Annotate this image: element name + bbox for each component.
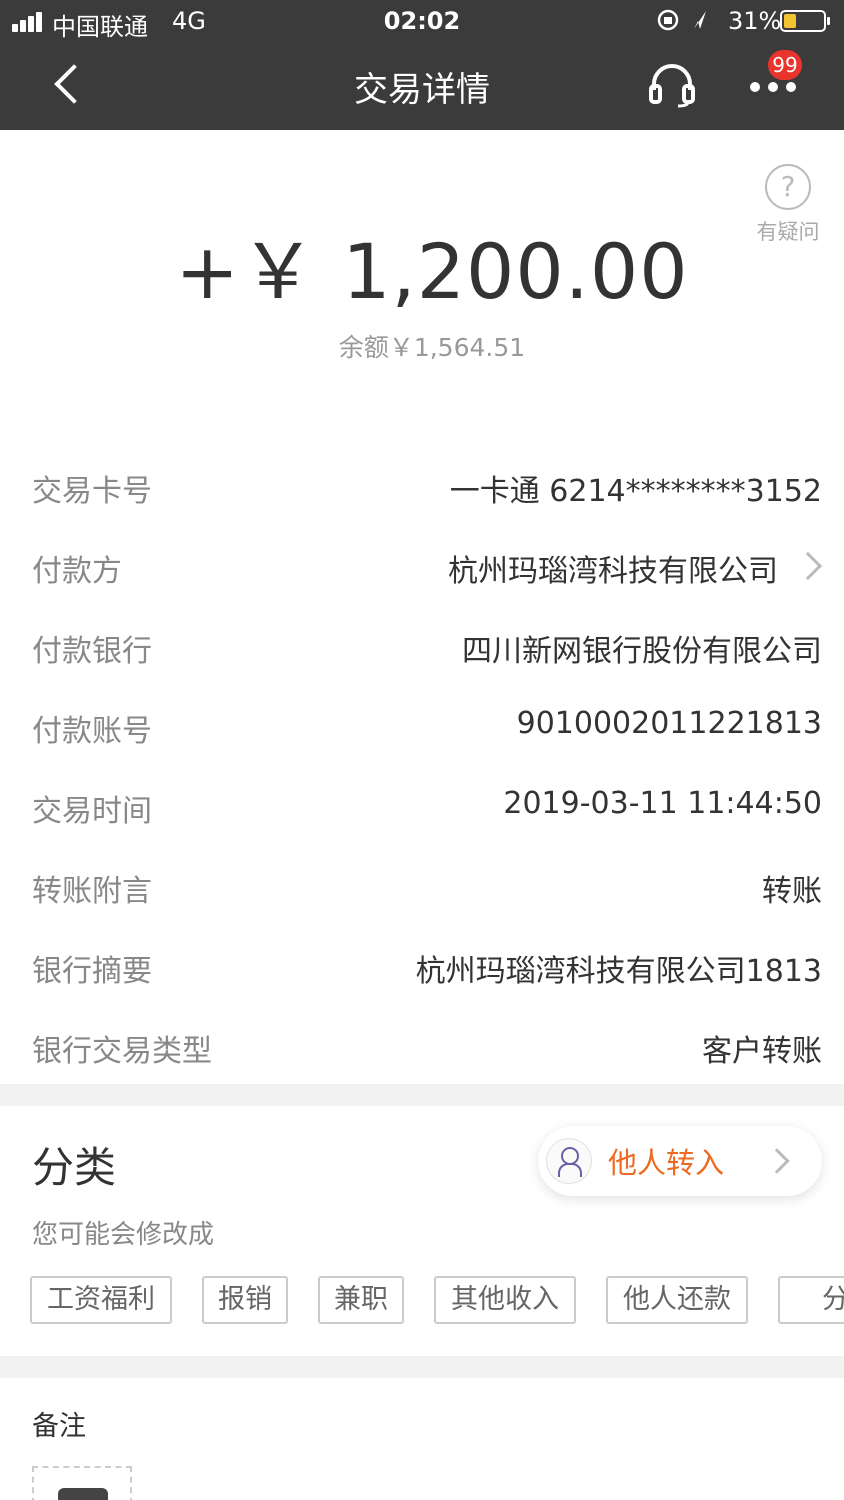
category-tag[interactable]: 他人还款: [606, 1276, 748, 1324]
remarks-title: 备注: [32, 1411, 86, 1442]
section-divider: [0, 1084, 844, 1106]
detail-label: 银行交易类型: [32, 1034, 212, 1069]
detail-label: 转账附言: [32, 874, 152, 909]
detail-value: 客户转账: [702, 1034, 822, 1069]
detail-row-memo: 转账附言 转账: [0, 846, 844, 926]
section-divider: [0, 1356, 844, 1378]
detail-label: 交易卡号: [32, 474, 152, 509]
detail-row-payer-bank: 付款银行 四川新网银行股份有限公司: [0, 606, 844, 686]
status-bar: 中国联通 4G 02:02 31%: [0, 0, 844, 44]
top-bar: 中国联通 4G 02:02 31% 交易详情 99: [0, 0, 844, 130]
detail-value: 杭州玛瑙湾科技有限公司1813: [415, 954, 822, 989]
battery-percent: 31%: [728, 7, 782, 35]
category-selected[interactable]: 他人转入: [608, 1140, 724, 1182]
detail-row-payer-account: 付款账号 9010002011221813: [0, 686, 844, 766]
detail-label: 交易时间: [32, 794, 152, 829]
notification-badge: 99: [768, 50, 802, 80]
detail-value: 9010002011221813: [516, 706, 822, 741]
page-title: 交易详情: [354, 70, 490, 110]
chevron-right-icon[interactable]: [793, 551, 823, 581]
rotation-lock-icon: [656, 7, 726, 41]
category-selector[interactable]: 他人转入: [538, 1126, 822, 1196]
category-hint: 您可能会修改成: [32, 1220, 215, 1250]
detail-row-payer[interactable]: 付款方 杭州玛瑙湾科技有限公司: [0, 526, 844, 606]
category-tag[interactable]: 其他收入: [434, 1276, 576, 1324]
category-tag[interactable]: 工资福利: [30, 1276, 172, 1324]
chevron-right-icon[interactable]: [764, 1148, 790, 1174]
detail-label: 付款银行: [32, 634, 152, 669]
detail-label: 付款账号: [32, 714, 152, 749]
detail-value[interactable]: 杭州玛瑙湾科技有限公司: [448, 546, 778, 590]
detail-row-summary: 银行摘要 杭州玛瑙湾科技有限公司1813: [0, 926, 844, 1006]
headset-icon[interactable]: [648, 62, 696, 108]
detail-value: 转账: [762, 874, 822, 909]
detail-label: 银行摘要: [32, 954, 152, 989]
category-tag[interactable]: 报销: [202, 1276, 288, 1324]
detail-row-time: 交易时间 2019-03-11 11:44:50: [0, 766, 844, 846]
category-title: 分类: [32, 1143, 117, 1192]
detail-label: 付款方: [32, 554, 122, 589]
detail-row-type: 银行交易类型 客户转账: [0, 1006, 844, 1086]
detail-list: 交易卡号 一卡通 6214********3152 付款方 杭州玛瑙湾科技有限公…: [0, 446, 844, 1086]
category-tag[interactable]: 分红: [778, 1276, 844, 1324]
detail-value: 2019-03-11 11:44:50: [503, 786, 822, 821]
category-tags: 工资福利 报销 兼职 其他收入 他人还款 分红: [30, 1276, 844, 1326]
add-photo-button[interactable]: [32, 1466, 132, 1500]
detail-row-card: 交易卡号 一卡通 6214********3152: [0, 446, 844, 526]
person-transfer-icon: [546, 1138, 592, 1184]
question-icon: ?: [765, 164, 811, 210]
transaction-amount: +￥ 1,200.00: [175, 227, 689, 316]
category-tag[interactable]: 兼职: [318, 1276, 404, 1324]
battery-icon: [780, 10, 830, 32]
detail-value: 一卡通 6214********3152: [449, 474, 822, 509]
balance-label: 余额￥1,564.51: [338, 333, 526, 362]
detail-value: 四川新网银行股份有限公司: [462, 634, 822, 669]
